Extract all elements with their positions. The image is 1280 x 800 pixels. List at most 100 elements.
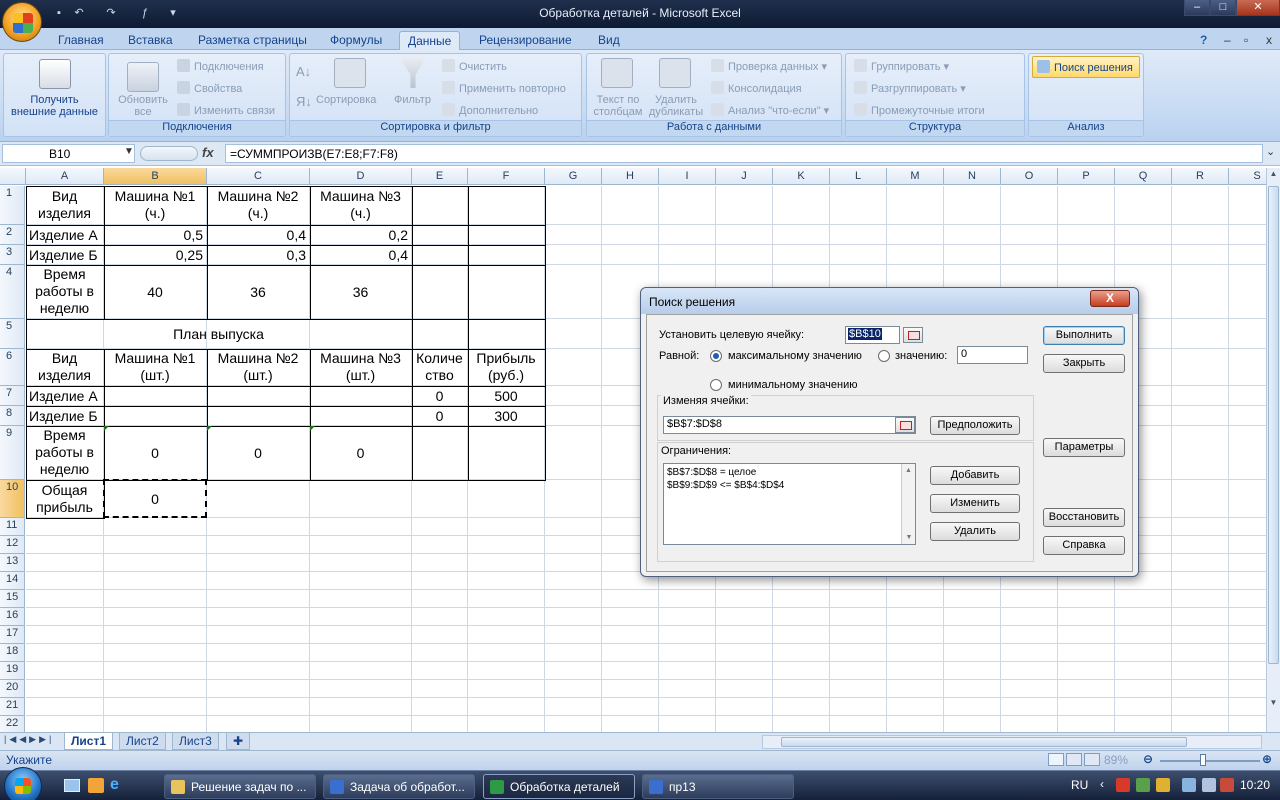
name-box-dropdown-icon[interactable]: ▼: [124, 146, 134, 157]
cell-d1[interactable]: Машина №3 (ч.): [310, 186, 411, 224]
solver-button[interactable]: Поиск решения: [1032, 56, 1140, 78]
radio-max[interactable]: [710, 350, 722, 362]
column-header-h[interactable]: H: [602, 168, 659, 185]
tab-data[interactable]: Данные: [399, 31, 461, 50]
scroll-up-icon[interactable]: ▲: [1268, 169, 1279, 183]
change-constraint-button[interactable]: Изменить: [930, 494, 1020, 513]
edit-links-button[interactable]: Изменить связи: [177, 103, 275, 117]
refresh-all-button[interactable]: Обновить все: [113, 94, 173, 118]
page-break-view-icon[interactable]: [1084, 753, 1100, 766]
page-layout-view-icon[interactable]: [1066, 753, 1082, 766]
changing-cells-input[interactable]: $B$7:$D$8: [663, 416, 916, 434]
expand-formula-icon[interactable]: ⌄: [1266, 145, 1275, 158]
normal-view-icon[interactable]: [1048, 753, 1064, 766]
tray-app-icon-1[interactable]: [1116, 778, 1130, 792]
remove-duplicates-button[interactable]: Удалить дубликаты: [647, 94, 705, 118]
row-header-4[interactable]: 4: [0, 265, 25, 319]
redo-icon[interactable]: ↷: [104, 6, 118, 20]
column-header-s[interactable]: S: [1229, 168, 1266, 185]
constraints-list[interactable]: $B$7:$D$8 = целое $B$9:$D$9 <= $B$4:$D$4…: [663, 463, 916, 545]
column-header-b[interactable]: B: [104, 168, 207, 185]
column-header-a[interactable]: A: [26, 168, 104, 185]
customize-qat-icon[interactable]: ▾: [166, 6, 180, 20]
formula-bar-slider[interactable]: [140, 146, 198, 161]
cell-e8[interactable]: 0: [412, 406, 467, 425]
formula-input[interactable]: =СУММПРОИЗВ(E7:E8;F7:F8): [225, 144, 1263, 163]
text-to-columns-button[interactable]: Текст по столбцам: [589, 94, 647, 118]
row-header-5[interactable]: 5: [0, 319, 25, 349]
row-header-3[interactable]: 3: [0, 245, 25, 265]
filter-button[interactable]: Фильтр: [394, 94, 431, 106]
changing-cells-picker-icon[interactable]: [895, 417, 915, 433]
undo-icon[interactable]: ↶: [72, 6, 86, 20]
row-header-1[interactable]: 1: [0, 186, 25, 225]
tab-formulas[interactable]: Формулы: [322, 31, 390, 50]
cell-a6[interactable]: Вид изделия: [26, 349, 103, 385]
cell-f6[interactable]: Прибыль (руб.): [468, 349, 544, 385]
close-button[interactable]: Закрыть: [1043, 354, 1125, 373]
cell-c2[interactable]: 0,4: [207, 225, 309, 244]
zoom-slider-handle[interactable]: [1200, 754, 1206, 766]
properties-button[interactable]: Свойства: [177, 81, 242, 95]
help-button[interactable]: Справка: [1043, 536, 1125, 555]
tray-app-icon-4[interactable]: [1220, 778, 1234, 792]
column-header-c[interactable]: C: [207, 168, 310, 185]
column-header-d[interactable]: D: [310, 168, 412, 185]
cell-a5-merged[interactable]: План выпуска: [26, 319, 411, 348]
cell-b4[interactable]: 40: [104, 265, 206, 318]
column-header-m[interactable]: M: [887, 168, 944, 185]
vertical-scroll-thumb[interactable]: [1268, 186, 1279, 664]
vertical-scrollbar[interactable]: ▲ ▼: [1266, 168, 1280, 732]
cell-a3[interactable]: Изделие Б: [26, 245, 103, 264]
constraints-scroll-up-icon[interactable]: ▲: [902, 467, 915, 474]
radio-max-label[interactable]: максимальному значению: [728, 350, 862, 362]
radio-value-label[interactable]: значению:: [895, 350, 947, 362]
row-header-22[interactable]: 22: [0, 716, 25, 732]
cell-b2[interactable]: 0,5: [104, 225, 206, 244]
cell-f7[interactable]: 500: [468, 386, 544, 405]
zoom-slider[interactable]: [1160, 760, 1260, 762]
constraint-item-1[interactable]: $B$7:$D$8 = целое: [667, 467, 756, 478]
get-external-button[interactable]: Получить внешние данные: [4, 94, 105, 118]
cell-d9[interactable]: 0: [310, 426, 411, 479]
clear-button[interactable]: Очистить: [442, 59, 507, 73]
taskbar-item-4[interactable]: пр13: [642, 774, 794, 799]
cell-a8[interactable]: Изделие Б: [26, 406, 103, 425]
target-cell-picker-icon[interactable]: [903, 327, 923, 343]
constraints-scrollbar[interactable]: ▲ ▼: [901, 464, 915, 544]
help-icon[interactable]: ?: [1192, 31, 1215, 50]
sort-asc-icon[interactable]: А↓: [296, 64, 311, 79]
cell-d3[interactable]: 0,4: [310, 245, 411, 264]
subtotal-button[interactable]: Промежуточные итоги: [854, 103, 985, 117]
internet-explorer-icon[interactable]: e: [110, 776, 119, 794]
cell-f8[interactable]: 300: [468, 406, 544, 425]
cell-a7[interactable]: Изделие А: [26, 386, 103, 405]
group-button[interactable]: Группировать ▾: [854, 59, 949, 73]
tab-view[interactable]: Вид: [590, 31, 628, 50]
name-box[interactable]: B10: [2, 144, 135, 163]
options-button[interactable]: Параметры: [1043, 438, 1125, 457]
zoom-in-icon[interactable]: ⊕: [1262, 752, 1272, 766]
guess-button[interactable]: Предположить: [930, 416, 1020, 435]
zoom-level[interactable]: 89%: [1104, 753, 1128, 767]
cell-b6[interactable]: Машина №1 (шт.): [104, 349, 206, 385]
cell-c4[interactable]: 36: [207, 265, 309, 318]
cell-a10[interactable]: Общая прибыль: [26, 480, 103, 517]
tab-insert[interactable]: Вставка: [120, 31, 181, 50]
column-header-f[interactable]: F: [468, 168, 545, 185]
consolidate-button[interactable]: Консолидация: [711, 81, 802, 95]
dialog-close-icon[interactable]: X: [1090, 290, 1130, 307]
taskbar-item-3[interactable]: Обработка деталей: [483, 774, 635, 799]
what-if-button[interactable]: Анализ "что-если" ▾: [711, 103, 829, 117]
office-button[interactable]: [2, 2, 42, 42]
minimize-icon[interactable]: –: [1184, 0, 1210, 16]
add-constraint-button[interactable]: Добавить: [930, 466, 1020, 485]
taskbar-item-2[interactable]: Задача об обработ...: [323, 774, 475, 799]
column-header-o[interactable]: O: [1001, 168, 1058, 185]
network-icon[interactable]: [1182, 778, 1196, 792]
cell-e7[interactable]: 0: [412, 386, 467, 405]
ribbon-restore-icon[interactable]: ▫: [1236, 31, 1256, 50]
column-header-r[interactable]: R: [1172, 168, 1229, 185]
row-header-2[interactable]: 2: [0, 225, 25, 245]
tray-expand-icon[interactable]: ‹: [1100, 777, 1104, 791]
